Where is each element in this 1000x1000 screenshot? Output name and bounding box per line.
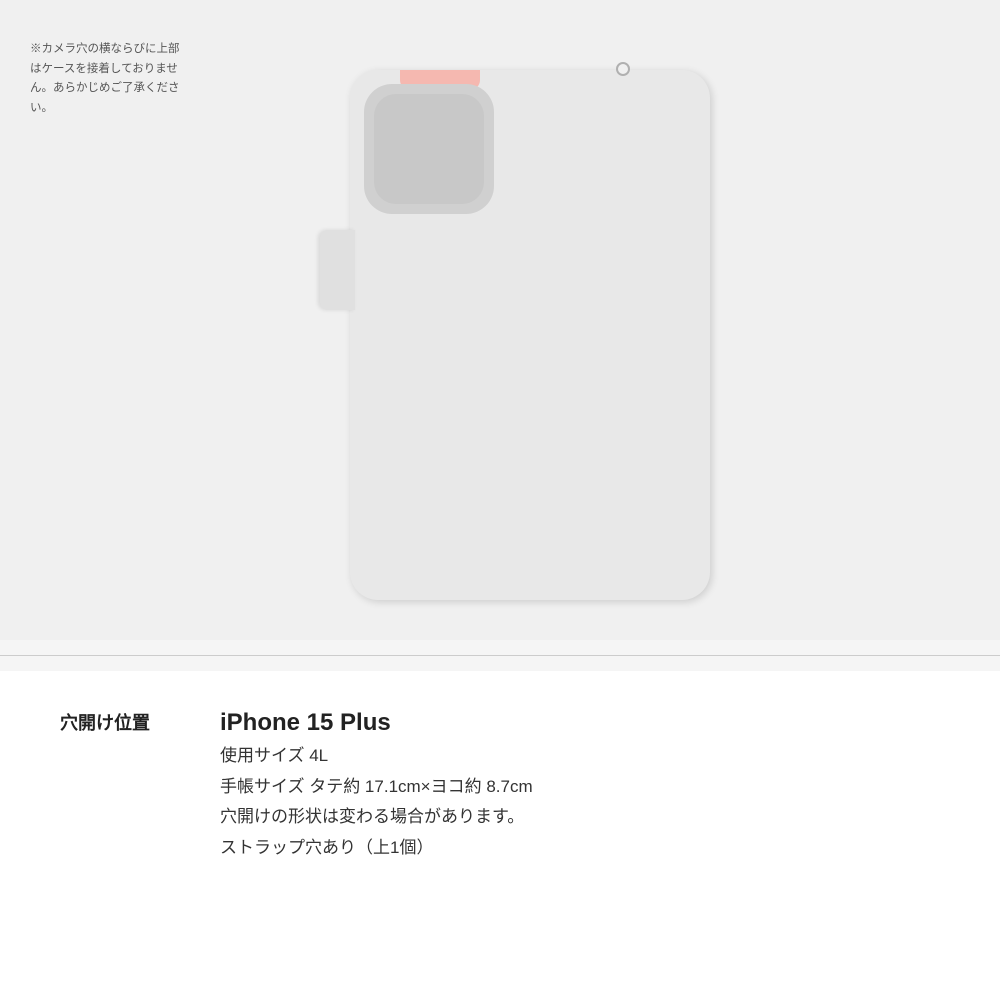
camera-note: ※カメラ穴の横ならびに上部はケースを接着しておりません。あらかじめご了承ください… xyxy=(30,40,190,118)
section-divider xyxy=(0,655,1000,656)
strap-hole xyxy=(616,62,630,76)
camera-note-text: ※カメラ穴の横ならびに上部はケースを接着しておりません。あらかじめご了承ください… xyxy=(30,43,180,114)
camera-inner xyxy=(374,94,484,204)
info-label: 穴開け位置 xyxy=(60,709,220,735)
camera-area xyxy=(364,84,494,214)
page-container: ※カメラ穴の横ならびに上部はケースを接着しておりません。あらかじめご了承ください… xyxy=(0,0,1000,1000)
strap-note: ストラップ穴あり（上1個） xyxy=(220,833,940,864)
info-content: iPhone 15 Plus 使用サイズ 4L 手帳サイズ タテ約 17.1cm… xyxy=(220,709,940,863)
shape-note: 穴開けの形状は変わる場合があります。 xyxy=(220,802,940,833)
device-name: iPhone 15 Plus xyxy=(220,709,940,737)
info-section: 穴開け位置 iPhone 15 Plus 使用サイズ 4L 手帳サイズ タテ約 … xyxy=(0,671,1000,1000)
info-row-main: 穴開け位置 iPhone 15 Plus 使用サイズ 4L 手帳サイズ タテ約 … xyxy=(60,701,940,871)
case-illustration: ※カメラ穴の横ならびに上部はケースを接着しておりません。あらかじめご了承ください… xyxy=(0,0,1000,640)
case-body xyxy=(350,70,710,600)
dimensions: 手帳サイズ タテ約 17.1cm×ヨコ約 8.7cm xyxy=(220,772,940,803)
info-table: 穴開け位置 iPhone 15 Plus 使用サイズ 4L 手帳サイズ タテ約 … xyxy=(60,701,940,871)
size-label: 使用サイズ 4L xyxy=(220,741,940,772)
side-tab xyxy=(320,230,355,310)
